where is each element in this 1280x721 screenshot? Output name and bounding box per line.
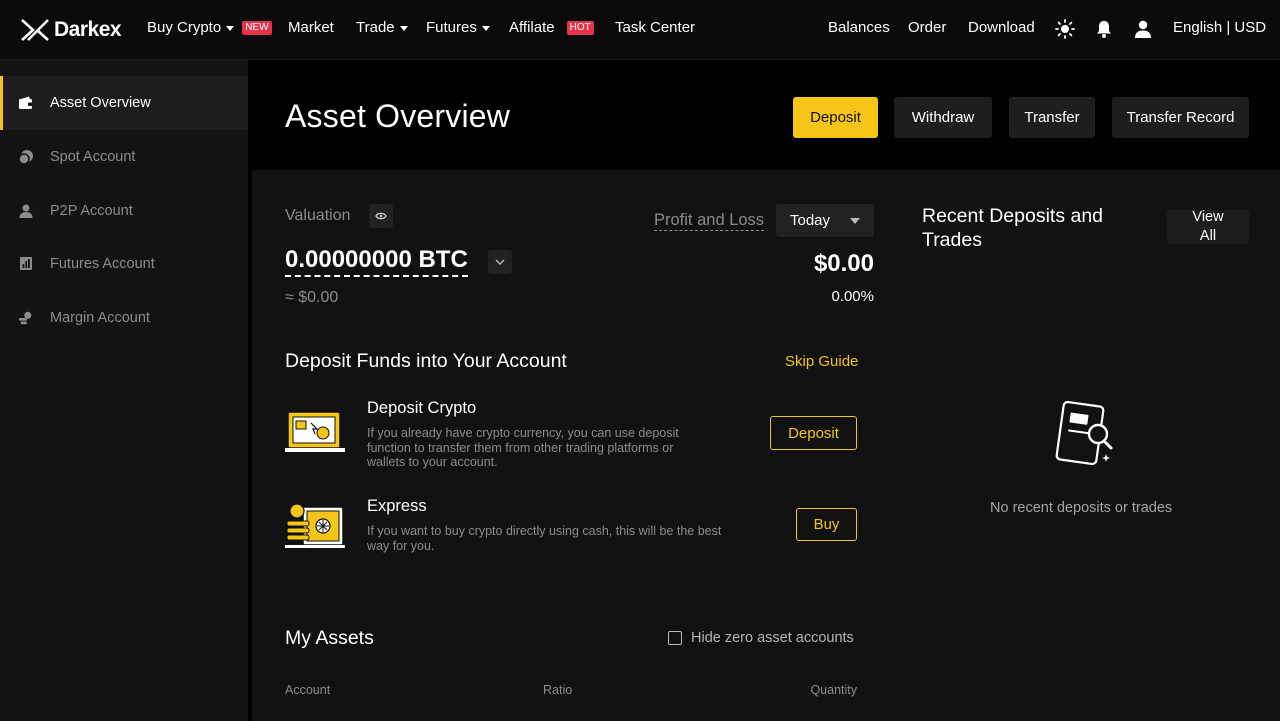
logo-icon (21, 19, 49, 41)
period-select-value: Today (790, 212, 831, 229)
express-illustration (285, 501, 347, 551)
btc-valuation-value: 0.00000000 BTC (285, 246, 468, 277)
deposit-crypto-title: Deposit Crypto (367, 399, 477, 417)
sidebar-item-spot-account[interactable]: Spot Account (0, 130, 248, 184)
express-description-line: If you want to buy crypto directly using… (367, 524, 722, 538)
sidebar-item-label: Spot Account (50, 149, 136, 165)
deposit-crypto-description-line: wallets to your account. (367, 455, 498, 469)
deposit-crypto-illustration (285, 406, 347, 456)
express-title: Express (367, 497, 427, 515)
deposit-crypto-description-line: If you already have crypto currency, you… (367, 426, 679, 440)
express-buy-button[interactable]: Buy (796, 508, 857, 541)
hide-zero-assets-toggle[interactable]: Hide zero asset accounts (668, 630, 854, 646)
fiat-valuation-value: ≈ $0.00 (285, 289, 339, 306)
skip-guide-link[interactable]: Skip Guide (785, 353, 858, 370)
valuation-label: Valuation (285, 207, 351, 224)
nav-balances-label: Balances (828, 19, 890, 36)
nav-futures[interactable]: Futures (426, 19, 490, 36)
nav-market-label: Market (288, 19, 334, 36)
transfer-button[interactable]: Transfer (1009, 97, 1095, 138)
currency-dropdown-button[interactable] (488, 250, 512, 274)
theme-sun-icon[interactable] (1054, 18, 1076, 40)
sidebar: Asset Overview Spot Account P2P Account … (0, 60, 248, 721)
margin-icon (18, 310, 34, 326)
nav-download[interactable]: Download (968, 19, 1035, 36)
nav-balances[interactable]: Balances (828, 19, 890, 36)
nav-buy-crypto-label: Buy Crypto (147, 19, 222, 36)
page-header: Asset Overview Deposit Withdraw Transfer… (252, 64, 1280, 170)
nav-trade-label: Trade (356, 19, 395, 36)
column-header-account: Account (285, 683, 331, 697)
chevron-down-icon (495, 259, 505, 265)
chevron-down-icon (399, 26, 408, 31)
logo-text: Darkex (54, 18, 122, 41)
nav-order[interactable]: Order (908, 19, 946, 36)
chevron-down-icon (226, 26, 235, 31)
main-panel: Valuation 0.00000000 BTC ≈ $0.00 Profit … (252, 170, 1280, 721)
empty-records-icon (1054, 400, 1118, 470)
sidebar-item-asset-overview[interactable]: Asset Overview (0, 76, 248, 130)
deposit-crypto-description-line: function to transfer them from other tra… (367, 440, 674, 455)
page-title: Asset Overview (285, 98, 511, 134)
nav-market[interactable]: Market (288, 19, 334, 36)
deposit-button[interactable]: Deposit (793, 97, 878, 138)
withdraw-button[interactable]: Withdraw (894, 97, 992, 138)
sidebar-item-p2p-account[interactable]: P2P Account (0, 184, 248, 238)
hide-zero-assets-checkbox[interactable] (668, 631, 682, 645)
nav-affilate[interactable]: Affilate HOT (509, 19, 594, 36)
chart-icon (18, 256, 34, 272)
language-currency-label: English | USD (1173, 19, 1267, 36)
recent-deposits-title-line: Trades (922, 229, 982, 251)
column-header-quantity: Quantity (810, 683, 857, 697)
nav-task-center[interactable]: Task Center (615, 19, 695, 36)
recent-deposits-title-line: Recent Deposits and (922, 205, 1104, 227)
language-currency-selector[interactable]: English | USD (1173, 19, 1266, 36)
recent-deposits-title: Recent Deposits and Trades (922, 204, 1103, 252)
nav-futures-label: Futures (426, 19, 477, 36)
nav-affilate-label: Affilate (509, 19, 555, 36)
sidebar-item-margin-account[interactable]: Margin Account (0, 291, 248, 345)
my-assets-title: My Assets (285, 627, 374, 649)
view-all-label: All (1199, 228, 1217, 244)
view-all-label: View (1192, 209, 1224, 225)
nav-trade[interactable]: Trade (356, 19, 408, 36)
profit-loss-label[interactable]: Profit and Loss (654, 211, 765, 231)
deposit-crypto-button[interactable]: Deposit (770, 416, 857, 450)
toggle-visibility-button[interactable] (369, 204, 393, 228)
hot-badge: HOT (566, 20, 594, 35)
nav-order-label: Order (908, 19, 947, 36)
top-nav: Darkex Buy Crypto NEW Market Trade Futur… (0, 0, 1280, 60)
view-all-button[interactable]: View All (1167, 209, 1249, 244)
sidebar-item-futures-account[interactable]: Futures Account (0, 237, 248, 291)
sidebar-item-label: Futures Account (50, 256, 155, 272)
people-icon (18, 203, 34, 219)
deposit-crypto-description: If you already have crypto currency, you… (367, 426, 679, 470)
guide-title: Deposit Funds into Your Account (285, 350, 567, 372)
new-badge: NEW (242, 20, 272, 35)
sidebar-item-label: Margin Account (50, 310, 150, 326)
user-icon[interactable] (1132, 18, 1154, 40)
sidebar-item-label: Asset Overview (50, 95, 151, 111)
pnl-percent: 0.00% (831, 288, 874, 305)
column-header-ratio: Ratio (543, 683, 573, 697)
nav-buy-crypto[interactable]: Buy Crypto NEW (147, 19, 272, 36)
sidebar-item-label: P2P Account (50, 203, 133, 219)
nav-download-label: Download (968, 19, 1035, 36)
pnl-value: $0.00 (813, 250, 874, 277)
recent-empty-text: No recent deposits or trades (990, 500, 1173, 516)
express-description: If you want to buy crypto directly using… (367, 524, 721, 553)
express-description-line: way for you. (367, 538, 435, 553)
eye-icon (375, 212, 387, 220)
coin-icon (18, 149, 34, 165)
hide-zero-assets-label: Hide zero asset accounts (691, 630, 854, 646)
period-select[interactable]: Today (776, 204, 874, 237)
nav-task-center-label: Task Center (615, 19, 696, 36)
notification-bell-icon[interactable] (1093, 18, 1115, 40)
logo[interactable]: Darkex (20, 17, 122, 43)
caret-down-icon (850, 217, 860, 224)
chevron-down-icon (481, 26, 490, 31)
wallet-icon (18, 95, 34, 111)
transfer-record-button[interactable]: Transfer Record (1112, 97, 1249, 138)
